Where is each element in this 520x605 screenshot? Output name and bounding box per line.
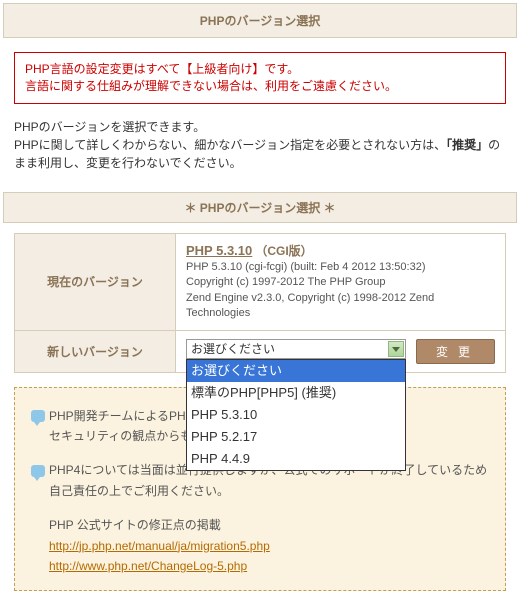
current-version-label: 現在のバージョン [15, 233, 176, 330]
version-option[interactable]: PHP 5.3.10 [187, 404, 405, 426]
migration-link[interactable]: http://jp.php.net/manual/ja/migration5.p… [49, 539, 270, 553]
new-version-cell: お選びください お選びください 標準のPHP[PHP5] (推奨) PHP 5.… [176, 330, 506, 372]
current-version-tag: （CGI版） [255, 244, 312, 258]
new-version-label: 新しいバージョン [15, 330, 176, 372]
intro-line2a: PHPに関して詳しくわからない、細かなバージョン指定を必要とされない方は、 [14, 138, 446, 152]
current-version-cell: PHP 5.3.10 （CGI版） PHP 5.3.10 (cgi-fcgi) … [176, 233, 506, 330]
links-heading: PHP 公式サイトの修正点の掲載 [49, 515, 489, 535]
version-option[interactable]: お選びください [187, 360, 405, 382]
change-button[interactable]: 変更 [416, 339, 495, 364]
changelog-link[interactable]: http://www.php.net/ChangeLog-5.php [49, 559, 247, 573]
warning-line2: 言語に関する仕組みが理解できない場合は、利用をご遠慮ください。 [25, 79, 397, 93]
version-option[interactable]: PHP 5.2.17 [187, 426, 405, 448]
current-version-copy1: Copyright (c) 1997-2012 The PHP Group [186, 276, 386, 288]
page-title: PHPのバージョン選択 [3, 3, 517, 38]
bubble-icon [31, 465, 45, 477]
warning-box: PHP言語の設定変更はすべて【上級者向け】です。 言語に関する仕組みが理解できな… [14, 52, 506, 104]
intro-text: PHPのバージョンを選択できます。 PHPに関して詳しくわからない、細かなバージ… [14, 118, 506, 172]
version-select-value: お選びください [191, 342, 275, 356]
chevron-down-icon[interactable] [388, 341, 404, 357]
version-table: 現在のバージョン PHP 5.3.10 （CGI版） PHP 5.3.10 (c… [14, 233, 506, 373]
intro-line1: PHPのバージョンを選択できます。 [14, 120, 205, 134]
section-title: ＊ PHPのバージョン選択 ＊ [3, 192, 517, 223]
current-version-copy2: Zend Engine v2.3.0, Copyright (c) 1998-2… [186, 292, 434, 319]
warning-line1: PHP言語の設定変更はすべて【上級者向け】です。 [25, 62, 299, 76]
current-version-name: PHP 5.3.10 [186, 243, 252, 258]
version-dropdown: お選びください 標準のPHP[PHP5] (推奨) PHP 5.3.10 PHP… [186, 359, 406, 472]
version-option[interactable]: PHP 4.4.9 [187, 448, 405, 470]
version-select[interactable]: お選びください [186, 339, 406, 359]
current-version-build: PHP 5.3.10 (cgi-fcgi) (built: Feb 4 2012… [186, 261, 426, 273]
intro-line2b: 「推奨」 [446, 138, 488, 152]
bubble-icon [31, 410, 45, 422]
note2-line2: 自己責任の上でご利用ください。 [49, 484, 229, 498]
version-option[interactable]: 標準のPHP[PHP5] (推奨) [187, 382, 405, 404]
